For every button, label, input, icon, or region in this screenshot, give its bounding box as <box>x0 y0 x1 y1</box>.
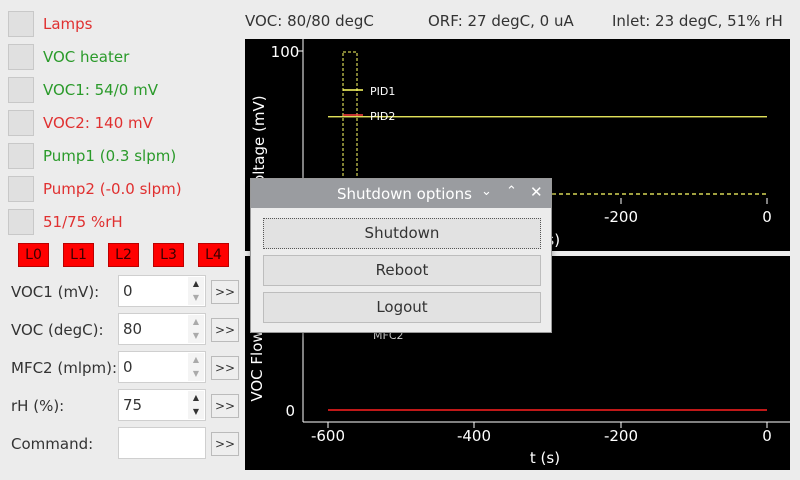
status-indicator[interactable] <box>8 176 34 202</box>
mfc2-value[interactable]: 0 <box>123 358 133 376</box>
orf-status: ORF: 27 degC, 0 uA <box>428 12 574 30</box>
flow-xtick-label: -200 <box>604 427 638 445</box>
spin-down-icon[interactable]: ▼ <box>188 405 204 419</box>
command-label: Command: <box>11 435 94 453</box>
status-indicator[interactable] <box>8 44 34 70</box>
status-label: Lamps <box>43 15 93 33</box>
l4-button[interactable]: L4 <box>198 243 229 267</box>
l1-button[interactable]: L1 <box>63 243 94 267</box>
voc1-send-button[interactable]: >> <box>211 280 239 304</box>
status-indicator[interactable] <box>8 11 34 37</box>
voc-value[interactable]: 80 <box>123 320 142 338</box>
status-label: VOC heater <box>43 48 130 66</box>
command-input[interactable] <box>118 427 206 459</box>
status-indicator[interactable] <box>8 77 34 103</box>
voc1-label: VOC1 (mV): <box>11 283 100 301</box>
spin-down-icon[interactable]: ▼ <box>188 329 204 343</box>
rh-label: rH (%): <box>11 397 65 415</box>
flow-xlabel: t (s) <box>530 449 560 467</box>
minimize-icon[interactable]: ⌄ <box>481 184 492 199</box>
rh-spinbox[interactable]: 75 ▲ ▼ <box>118 389 206 421</box>
logout-button[interactable]: Logout <box>263 292 541 323</box>
flow-ytick-label: 0 <box>285 402 295 420</box>
close-icon[interactable]: ✕ <box>530 183 543 201</box>
status-label: Pump2 (-0.0 slpm) <box>43 180 182 198</box>
voc-spinbox[interactable]: 80 ▲ ▼ <box>118 313 206 345</box>
status-item-voc2[interactable]: VOC2: 140 mV <box>8 109 153 137</box>
flow-xtick-label: -400 <box>457 427 491 445</box>
mfc2-spinbox[interactable]: 0 ▲ ▼ <box>118 351 206 383</box>
mfc2-label: MFC2 (mlpm): <box>11 359 118 377</box>
dialog-title: Shutdown options <box>337 185 472 203</box>
spin-up-icon[interactable]: ▲ <box>188 391 204 405</box>
spin-down-icon[interactable]: ▼ <box>188 367 204 381</box>
flow-xtick-label: 0 <box>762 427 772 445</box>
spin-up-icon[interactable]: ▲ <box>188 353 204 367</box>
pid-xtick-label: -200 <box>604 208 638 226</box>
voc1-value[interactable]: 0 <box>123 282 133 300</box>
status-item-humidity[interactable]: 51/75 %rH <box>8 208 123 236</box>
rh-send-button[interactable]: >> <box>211 394 239 418</box>
pid2-legend-label: PID2 <box>370 110 395 123</box>
spin-up-icon[interactable]: ▲ <box>188 277 204 291</box>
maximize-icon[interactable]: ⌃ <box>506 184 517 199</box>
l0-button[interactable]: L0 <box>18 243 49 267</box>
reboot-button[interactable]: Reboot <box>263 255 541 286</box>
rh-value[interactable]: 75 <box>123 396 142 414</box>
status-item-pump2[interactable]: Pump2 (-0.0 slpm) <box>8 175 182 203</box>
shutdown-button[interactable]: Shutdown <box>263 218 541 249</box>
flow-ylabel: VOC Flow <box>248 330 266 401</box>
status-label: Pump1 (0.3 slpm) <box>43 147 177 165</box>
l3-button[interactable]: L3 <box>153 243 184 267</box>
status-item-voc1[interactable]: VOC1: 54/0 mV <box>8 76 158 104</box>
shutdown-dialog: Shutdown options ⌄ ⌃ ✕ Shutdown Reboot L… <box>250 178 552 333</box>
status-indicator[interactable] <box>8 110 34 136</box>
status-item-pump1[interactable]: Pump1 (0.3 slpm) <box>8 142 176 170</box>
status-indicator[interactable] <box>8 209 34 235</box>
inlet-status: Inlet: 23 degC, 51% rH <box>612 12 783 30</box>
status-item-lamps[interactable]: Lamps <box>8 10 93 38</box>
pid1-legend-label: PID1 <box>370 85 395 98</box>
pid-xtick-label: 0 <box>762 208 772 226</box>
pid-window-box <box>342 51 358 196</box>
mfc2-send-button[interactable]: >> <box>211 356 239 380</box>
l2-button[interactable]: L2 <box>108 243 139 267</box>
spin-down-icon[interactable]: ▼ <box>188 291 204 305</box>
voc1-spinbox[interactable]: 0 ▲ ▼ <box>118 275 206 307</box>
spin-up-icon[interactable]: ▲ <box>188 315 204 329</box>
status-label: VOC1: 54/0 mV <box>43 81 158 99</box>
voc-status: VOC: 80/80 degC <box>245 12 374 30</box>
status-indicator[interactable] <box>8 143 34 169</box>
status-label: VOC2: 140 mV <box>43 114 153 132</box>
voc-label: VOC (degC): <box>11 321 104 339</box>
voc-send-button[interactable]: >> <box>211 318 239 342</box>
pid-ytick-label: 100 <box>271 43 300 61</box>
dialog-titlebar[interactable]: Shutdown options ⌄ ⌃ ✕ <box>251 179 551 208</box>
status-item-voc-heater[interactable]: VOC heater <box>8 43 129 71</box>
command-send-button[interactable]: >> <box>211 432 239 456</box>
status-label: 51/75 %rH <box>43 213 123 231</box>
flow-xtick-label: -600 <box>311 427 345 445</box>
